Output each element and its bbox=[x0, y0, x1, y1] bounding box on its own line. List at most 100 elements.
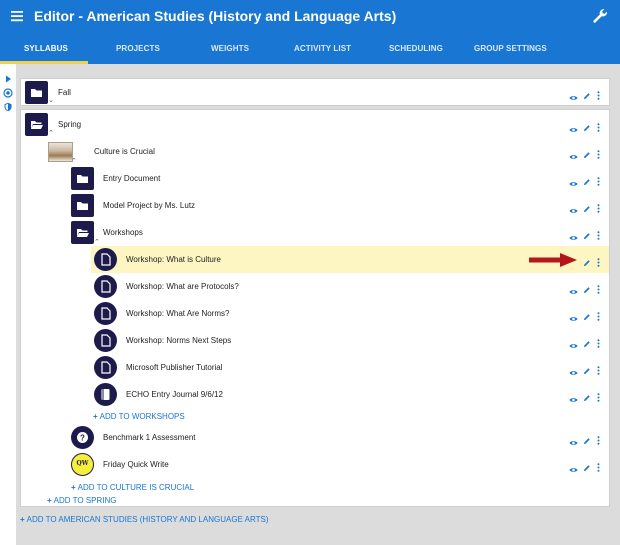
row-actions bbox=[569, 327, 603, 354]
more-vert-icon[interactable] bbox=[597, 254, 600, 267]
document-icon bbox=[94, 248, 117, 271]
eye-icon[interactable] bbox=[569, 363, 578, 375]
hamburger-menu-icon[interactable] bbox=[10, 9, 24, 23]
top-app-bar: Editor - American Studies (History and L… bbox=[0, 0, 620, 64]
tab-scheduling[interactable]: SCHEDULING bbox=[389, 44, 443, 53]
chevron-up-icon[interactable]: ⌃ bbox=[48, 130, 54, 137]
more-vert-icon[interactable] bbox=[597, 389, 600, 402]
activity-label: Friday Quick Write bbox=[103, 460, 169, 469]
pencil-icon[interactable] bbox=[583, 459, 591, 471]
activity-row[interactable]: Microsoft Publisher Tutorial bbox=[91, 354, 609, 381]
more-vert-icon[interactable] bbox=[597, 173, 600, 186]
more-vert-icon[interactable] bbox=[597, 119, 600, 132]
pencil-icon[interactable] bbox=[583, 227, 591, 239]
eye-icon[interactable] bbox=[569, 88, 578, 100]
eye-icon[interactable] bbox=[569, 147, 578, 159]
plus-icon: + bbox=[20, 515, 25, 524]
eye-icon[interactable] bbox=[569, 460, 578, 472]
tab-syllabus[interactable]: SYLLABUS bbox=[24, 44, 68, 53]
journal-icon bbox=[94, 383, 117, 406]
activity-label: Workshop: Norms Next Steps bbox=[126, 336, 232, 345]
add-to-workshops-link[interactable]: + ADD TO WORKSHOPS bbox=[93, 412, 185, 421]
add-to-spring-link[interactable]: + ADD TO SPRING bbox=[47, 496, 117, 505]
add-link-label: ADD TO SPRING bbox=[53, 496, 117, 505]
pencil-icon[interactable] bbox=[583, 200, 591, 212]
chevron-down-icon[interactable]: ⌄ bbox=[48, 97, 54, 104]
eye-icon[interactable] bbox=[569, 174, 578, 186]
pencil-icon[interactable] bbox=[583, 335, 591, 347]
eye-icon[interactable] bbox=[569, 120, 578, 132]
activity-row[interactable]: ? Benchmark 1 Assessment bbox=[67, 424, 609, 451]
pencil-icon[interactable] bbox=[583, 173, 591, 185]
tab-activity-list[interactable]: ACTIVITY LIST bbox=[294, 44, 351, 53]
chevron-up-icon[interactable]: ⌃ bbox=[94, 239, 100, 246]
pencil-icon[interactable] bbox=[583, 87, 591, 99]
chevron-up-icon[interactable]: ⌃ bbox=[71, 158, 77, 165]
shield-icon[interactable] bbox=[3, 99, 13, 112]
pencil-icon[interactable] bbox=[583, 281, 591, 293]
activity-label: ECHO Entry Journal 9/6/12 bbox=[126, 390, 223, 399]
row-actions bbox=[569, 192, 603, 219]
play-icon[interactable] bbox=[3, 71, 13, 83]
activity-row[interactable]: Workshop: What Are Norms? bbox=[91, 300, 609, 327]
activity-row[interactable]: QW Friday Quick Write bbox=[67, 451, 609, 478]
folder-open-icon bbox=[71, 221, 94, 244]
term-row-fall[interactable]: ⌄ Fall bbox=[21, 79, 609, 106]
activity-row[interactable]: Workshop: What are Protocols? bbox=[91, 273, 609, 300]
wrench-icon[interactable] bbox=[591, 7, 609, 25]
activity-label: Workshop: What Are Norms? bbox=[126, 309, 230, 318]
more-vert-icon[interactable] bbox=[597, 200, 600, 213]
term-row-spring[interactable]: ⌃ Spring bbox=[21, 111, 609, 138]
pencil-icon[interactable] bbox=[583, 308, 591, 320]
row-actions bbox=[569, 424, 603, 451]
tab-group-settings[interactable]: GROUP SETTINGS bbox=[474, 44, 547, 53]
more-vert-icon[interactable] bbox=[597, 281, 600, 294]
row-actions bbox=[569, 354, 603, 381]
more-vert-icon[interactable] bbox=[597, 459, 600, 472]
eye-icon[interactable] bbox=[569, 390, 578, 402]
document-icon bbox=[94, 329, 117, 352]
eye-icon[interactable] bbox=[569, 282, 578, 294]
svg-text:?: ? bbox=[80, 434, 85, 443]
document-icon bbox=[94, 356, 117, 379]
pencil-icon[interactable] bbox=[583, 362, 591, 374]
activity-row[interactable]: Model Project by Ms. Lutz bbox=[21, 192, 609, 219]
project-row[interactable]: ⌃ Culture is Crucial bbox=[21, 138, 609, 165]
pencil-icon[interactable] bbox=[583, 119, 591, 131]
eye-icon[interactable] bbox=[569, 336, 578, 348]
project-label: Culture is Crucial bbox=[94, 147, 155, 156]
red-arrow-annotation bbox=[528, 252, 578, 273]
activity-row[interactable]: Workshop: Norms Next Steps bbox=[91, 327, 609, 354]
add-to-project-link[interactable]: + ADD TO CULTURE IS CRUCIAL bbox=[71, 483, 194, 492]
folder-open-icon bbox=[25, 113, 48, 136]
pencil-icon[interactable] bbox=[583, 389, 591, 401]
row-actions bbox=[569, 111, 603, 138]
add-to-course-link[interactable]: + ADD TO AMERICAN STUDIES (HISTORY AND LA… bbox=[20, 515, 269, 524]
eye-icon[interactable] bbox=[569, 309, 578, 321]
row-actions bbox=[569, 300, 603, 327]
eye-icon[interactable] bbox=[569, 433, 578, 445]
more-vert-icon[interactable] bbox=[597, 308, 600, 321]
eye-icon[interactable] bbox=[569, 201, 578, 213]
tab-weights[interactable]: WEIGHTS bbox=[211, 44, 249, 53]
row-actions bbox=[569, 165, 603, 192]
folder-row-workshops[interactable]: ⌃ Workshops bbox=[21, 219, 609, 246]
pencil-icon[interactable] bbox=[583, 146, 591, 158]
activity-row[interactable]: ECHO Entry Journal 9/6/12 bbox=[91, 381, 609, 408]
activity-label: Microsoft Publisher Tutorial bbox=[126, 363, 223, 372]
eye-icon[interactable] bbox=[569, 228, 578, 240]
pencil-icon[interactable] bbox=[583, 254, 591, 266]
more-vert-icon[interactable] bbox=[597, 362, 600, 375]
project-thumbnail bbox=[48, 142, 73, 162]
row-actions bbox=[569, 219, 603, 246]
more-vert-icon[interactable] bbox=[597, 335, 600, 348]
tab-projects[interactable]: PROJECTS bbox=[116, 44, 160, 53]
more-vert-icon[interactable] bbox=[597, 87, 600, 100]
more-vert-icon[interactable] bbox=[597, 227, 600, 240]
term-label: Fall bbox=[58, 88, 71, 97]
more-vert-icon[interactable] bbox=[597, 146, 600, 159]
target-icon[interactable] bbox=[3, 85, 13, 98]
activity-row[interactable]: Entry Document bbox=[21, 165, 609, 192]
more-vert-icon[interactable] bbox=[597, 432, 600, 445]
pencil-icon[interactable] bbox=[583, 432, 591, 444]
